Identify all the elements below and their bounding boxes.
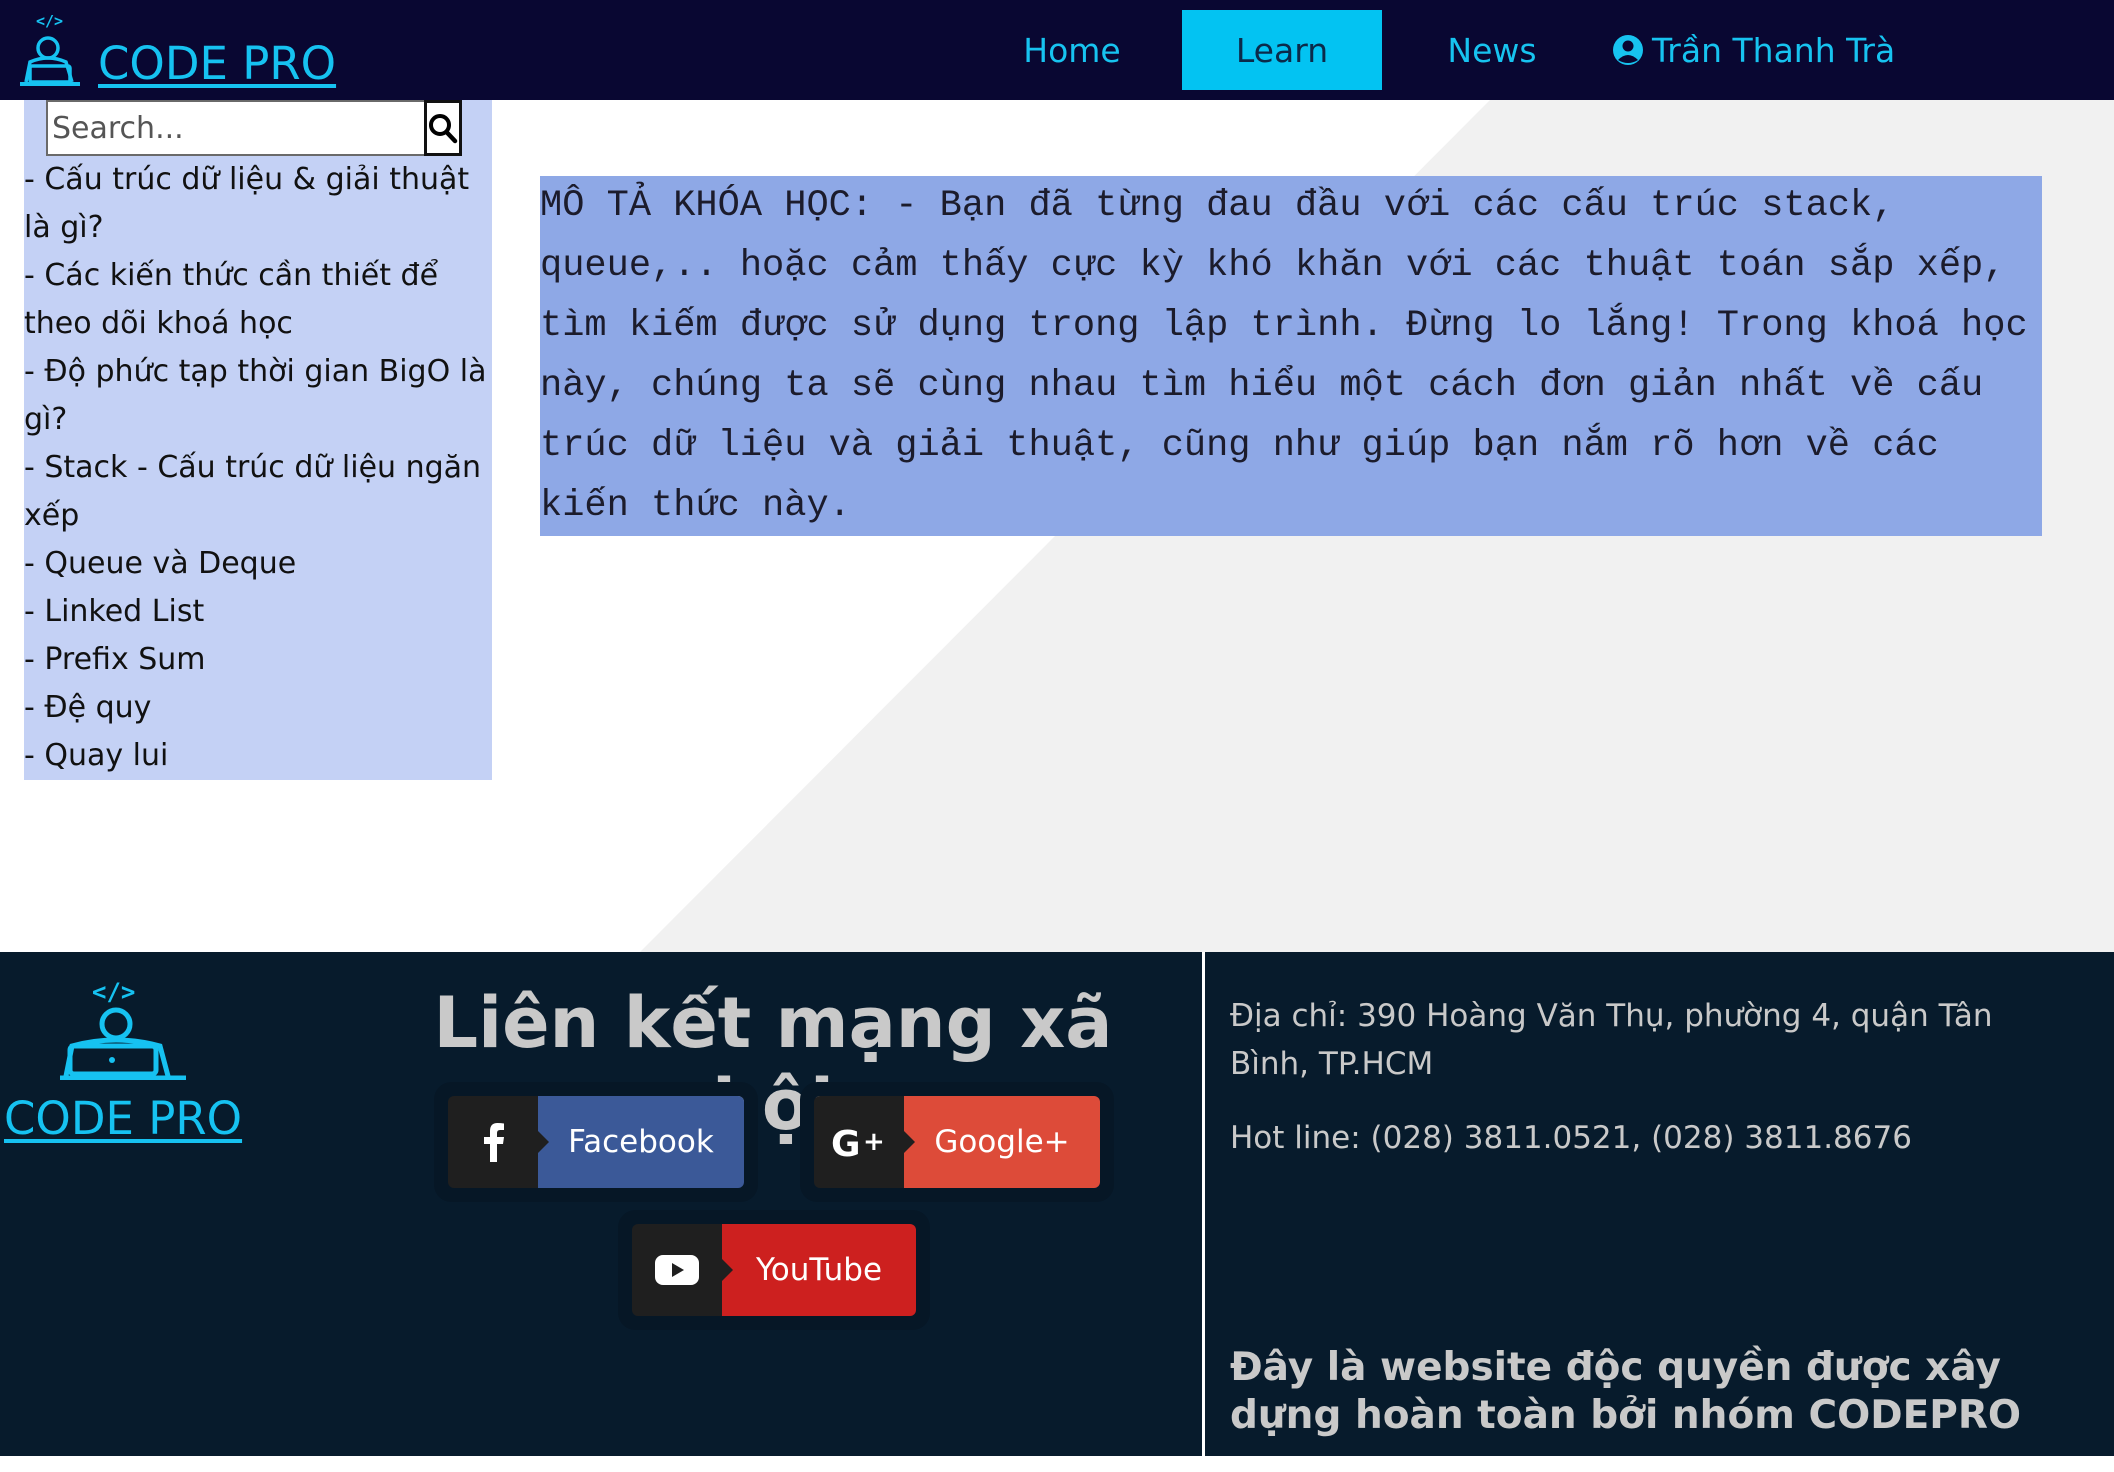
lesson-item[interactable]: - Quay lui [24, 732, 492, 780]
footer-brand-link[interactable]: CODE PRO [4, 1092, 242, 1145]
lesson-item[interactable]: - Các kiến thức cần thiết để theo dõi kh… [24, 252, 492, 348]
google-plus-button[interactable]: G + Google+ [814, 1096, 1100, 1188]
address-text: Địa chỉ: 390 Hoàng Văn Thụ, phường 4, qu… [1230, 998, 1993, 1082]
user-menu[interactable]: Trần Thanh Trà [1612, 10, 1912, 90]
coder-logo-icon: </> [60, 980, 186, 1080]
lesson-item[interactable]: - Cấu trúc dữ liệu & giải thuật là gì? [24, 156, 492, 252]
lesson-item[interactable]: - Queue và Deque [24, 540, 492, 588]
copyright-text: Đây là website độc quyền được xây dựng h… [1230, 1345, 2022, 1438]
facebook-label: Facebook [538, 1096, 744, 1188]
footer-divider [1202, 952, 1205, 1456]
top-navbar: </> CODE PRO Home Learn News Trần Thanh … [0, 0, 2114, 100]
course-description: MÔ TẢ KHÓA HỌC: - Bạn đã từng đau đầu vớ… [540, 176, 2042, 536]
site-footer: </> CODE PRO Liên kết mạng xã hội Facebo… [0, 952, 2114, 1456]
lesson-item[interactable]: - Linked List [24, 588, 492, 636]
google-plus-icon: G + [831, 1124, 885, 1160]
svg-text:G: G [831, 1124, 861, 1160]
lesson-item[interactable]: - Đệ quy [24, 684, 492, 732]
youtube-icon [655, 1255, 699, 1285]
lesson-list: - Cấu trúc dữ liệu & giải thuật là gì? -… [24, 156, 492, 780]
nav-home[interactable]: Home [1000, 10, 1144, 90]
user-name: Trần Thanh Trà [1652, 30, 1896, 70]
svg-text:+: + [863, 1127, 885, 1157]
hotline-text: Hot line: (028) 3811.0521, (028) 3811.86… [1230, 1120, 1912, 1156]
google-plus-label: Google+ [904, 1096, 1100, 1188]
nav-news[interactable]: News [1420, 10, 1564, 90]
course-sidebar: - Cấu trúc dữ liệu & giải thuật là gì? -… [24, 100, 492, 780]
svg-text:</>: </> [36, 12, 63, 30]
svg-text:</>: </> [92, 980, 135, 1006]
facebook-icon [484, 1123, 504, 1162]
search-input[interactable] [46, 100, 440, 156]
lesson-item[interactable]: - Prefix Sum [24, 636, 492, 684]
nav-learn[interactable]: Learn [1182, 10, 1382, 90]
lesson-item[interactable]: - Stack - Cấu trúc dữ liệu ngăn xếp [24, 444, 492, 540]
lesson-item[interactable]: - Độ phức tạp thời gian BigO là gì? [24, 348, 492, 444]
search-icon [429, 114, 458, 144]
coder-logo-icon: </> [20, 12, 80, 86]
youtube-label: YouTube [722, 1224, 916, 1316]
youtube-button[interactable]: YouTube [632, 1224, 916, 1316]
brand-link[interactable]: </> CODE PRO [16, 10, 336, 90]
search-button[interactable] [424, 100, 462, 156]
facebook-button[interactable]: Facebook [448, 1096, 744, 1188]
user-circle-icon [1613, 35, 1643, 65]
brand-name: CODE PRO [98, 37, 337, 90]
